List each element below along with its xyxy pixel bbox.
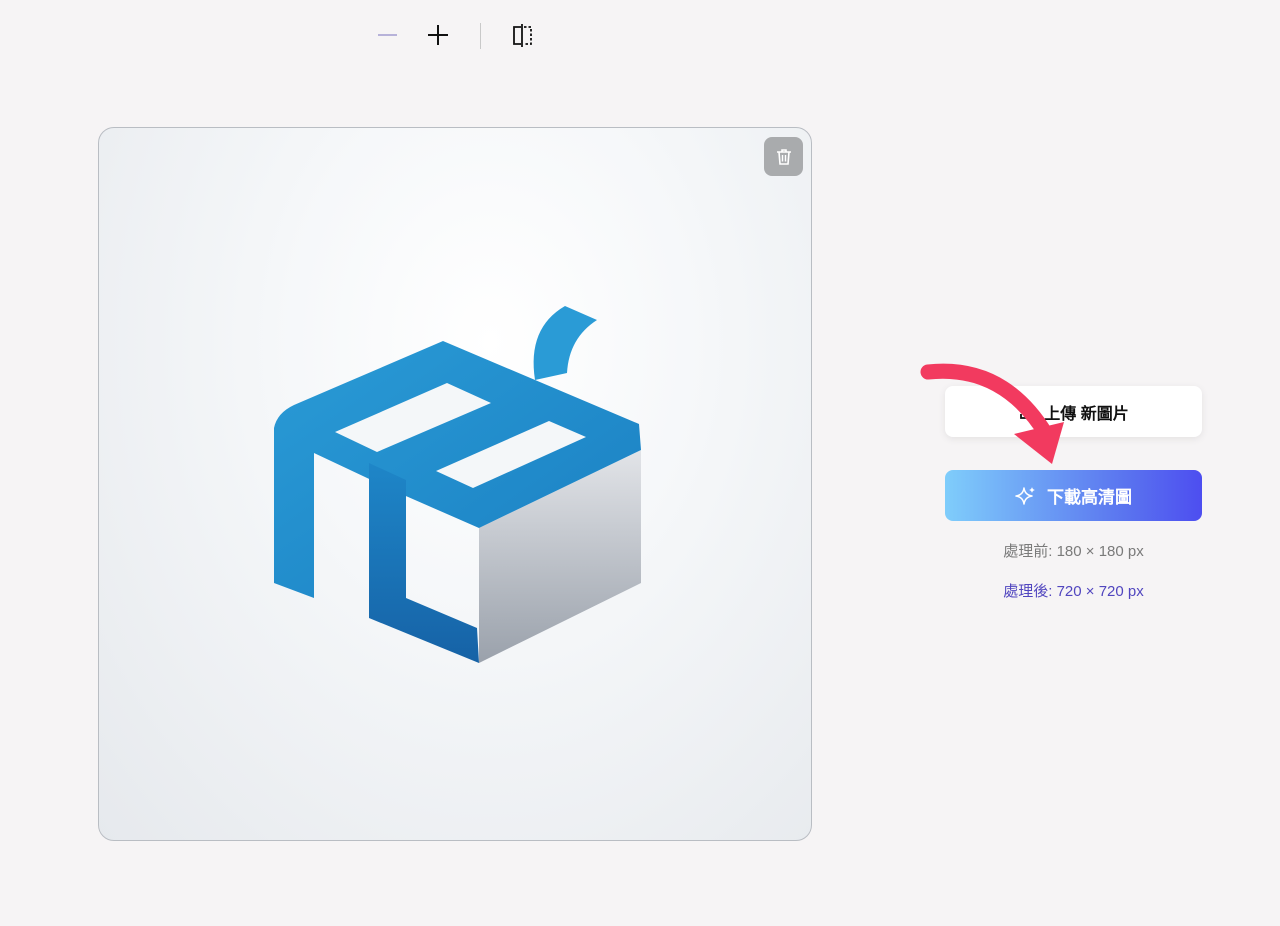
minus-icon [378,34,397,36]
box-logo-image [274,306,641,663]
upload-button-label: 上傳 新圖片 [1044,405,1129,423]
delete-button[interactable] [764,137,803,176]
compare-button[interactable] [504,18,540,54]
toolbar-divider [480,23,481,49]
plus-icon [428,25,448,45]
upload-icon [1020,404,1035,419]
size-after-text: 處理後: 720 × 720 px [1003,583,1144,600]
trash-icon [776,148,791,165]
zoom-out-button[interactable] [370,18,406,54]
download-hd-button[interactable]: 下載高清圖 [945,470,1202,521]
upload-new-image-button[interactable]: 上傳 新圖片 [945,386,1202,437]
result-image-card [98,127,812,841]
download-button-label: 下載高清圖 [1047,488,1132,507]
sparkle-icon [1015,486,1035,505]
zoom-toolbar [370,18,540,54]
zoom-in-button[interactable] [420,18,456,54]
size-before-text: 處理前: 180 × 180 px [1003,543,1144,560]
split-compare-icon [513,24,532,47]
